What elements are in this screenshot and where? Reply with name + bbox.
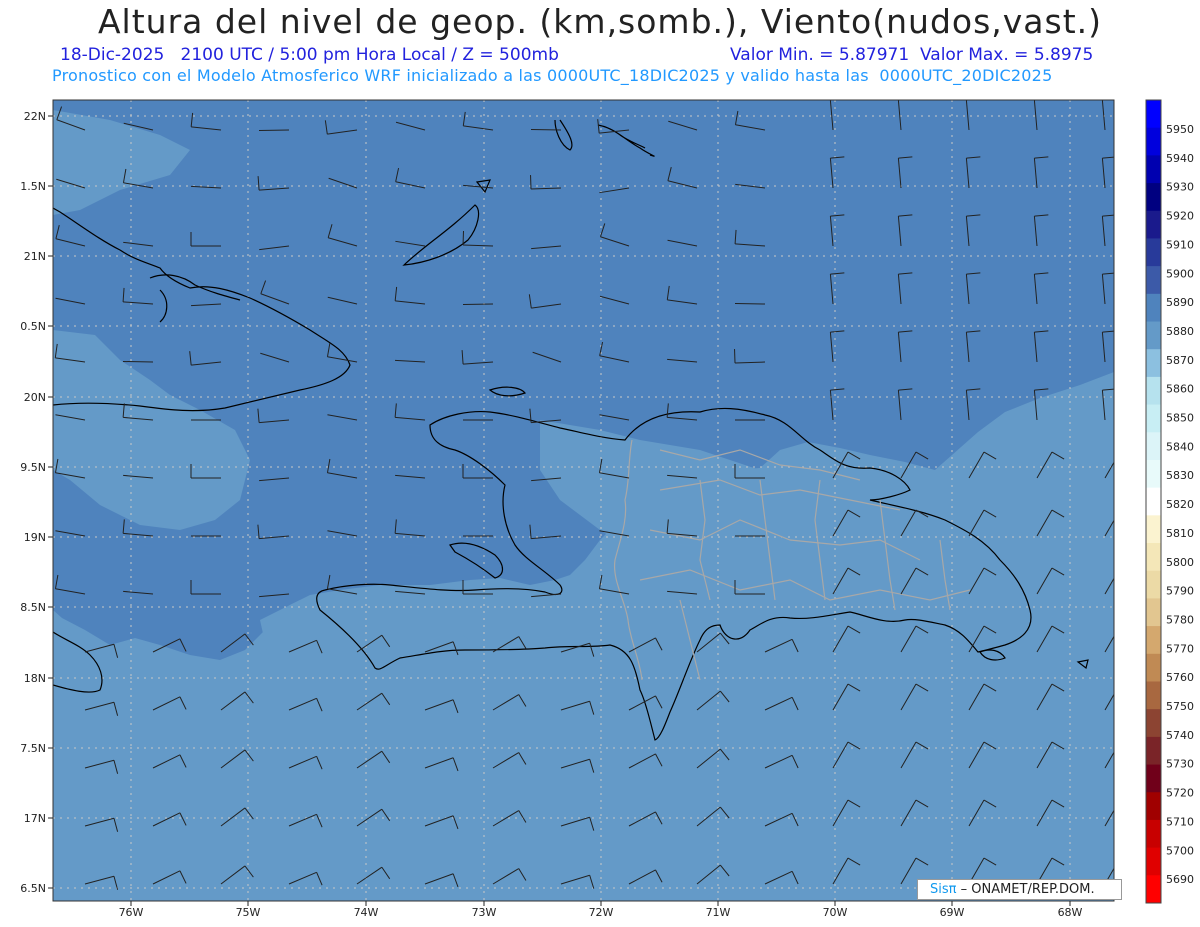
colorbar-swatch: [1146, 736, 1161, 766]
colorbar-label: 5750: [1166, 700, 1194, 713]
colorbar-label: 5860: [1166, 383, 1194, 396]
longitude-label: 73W: [472, 906, 497, 919]
colorbar-label: 5840: [1166, 440, 1194, 453]
latitude-label: 9.5N: [20, 461, 46, 474]
colorbar-swatch: [1146, 598, 1161, 627]
latitude-label: 7.5N: [20, 742, 46, 755]
colorbar-label: 5850: [1166, 412, 1194, 425]
colorbar-swatch: [1146, 681, 1161, 710]
latitude-label: 21N: [24, 250, 46, 263]
longitude-label: 71W: [706, 906, 731, 919]
longitude-label: 72W: [589, 906, 614, 919]
colorbar-swatch: [1146, 626, 1161, 655]
colorbar-swatch: [1146, 792, 1161, 821]
colorbar-label: 5690: [1166, 873, 1194, 886]
colorbar-swatch: [1146, 459, 1161, 489]
sis-logo-text: Sisπ: [930, 882, 957, 897]
wind-barb: [462, 303, 494, 306]
latitude-label: 22N: [24, 110, 46, 123]
colorbar-label: 5790: [1166, 585, 1194, 598]
wind-barb: [530, 128, 562, 131]
colorbar-swatch: [1146, 238, 1161, 267]
latitude-label: 18N: [24, 672, 46, 685]
colorbar-swatch: [1146, 155, 1161, 184]
colorbar: 5950 5940 5930 5920 5910 5900 5890 5880 5870 5860…: [1145, 99, 1194, 904]
colorbar-label: 5880: [1166, 325, 1194, 338]
wind-barb: [122, 360, 154, 363]
colorbar-label: 5910: [1166, 238, 1194, 251]
latitude-label: 0.5N: [20, 320, 46, 333]
longitude-label: 75W: [236, 906, 261, 919]
latitude-label: 20N: [24, 391, 46, 404]
colorbar-swatch: [1146, 100, 1161, 129]
colorbar-label: 5700: [1166, 844, 1194, 857]
colorbar-label: 5780: [1166, 613, 1194, 626]
wind-barb: [258, 129, 290, 132]
colorbar-swatch: [1146, 266, 1161, 295]
longitude-label: 74W: [354, 906, 379, 919]
colorbar-swatch: [1146, 432, 1161, 461]
colorbar-label: 5940: [1166, 152, 1194, 165]
colorbar-label: 5760: [1166, 671, 1194, 684]
colorbar-swatch: [1146, 543, 1161, 572]
colorbar-label: 5720: [1166, 787, 1194, 800]
colorbar-swatch: [1146, 487, 1161, 516]
credit-text: – ONAMET/REP.DOM.: [960, 882, 1095, 897]
colorbar-swatch: [1146, 875, 1161, 904]
colorbar-swatch: [1146, 404, 1161, 433]
colorbar-swatch: [1146, 349, 1161, 378]
credit-box: Sisπ – ONAMET/REP.DOM.: [917, 879, 1122, 900]
colorbar-label: 5710: [1166, 815, 1194, 828]
longitude-labels: 76W 75W 74W 73W 72W 71W 70W 69W 68W: [119, 901, 1083, 919]
colorbar-label: 5870: [1166, 354, 1194, 367]
colorbar-swatch: [1146, 570, 1161, 599]
wind-barb: [734, 302, 766, 305]
colorbar-label: 5890: [1166, 296, 1194, 309]
colorbar-label: 5930: [1166, 181, 1194, 194]
weather-map: 22N 1.5N 21N 0.5N 20N 9.5N 19N 8.5N 18N 7.5N 17N 6.…: [20, 99, 1194, 919]
latitude-labels: 22N 1.5N 21N 0.5N 20N 9.5N 19N 8.5N 18N 7.5N 17N 6.…: [20, 110, 53, 895]
colorbar-label: 5730: [1166, 758, 1194, 771]
colorbar-swatch: [1146, 376, 1161, 406]
colorbar-label: 5810: [1166, 527, 1194, 540]
longitude-label: 70W: [823, 906, 848, 919]
colorbar-label: 5820: [1166, 498, 1194, 511]
colorbar-swatch: [1146, 764, 1161, 793]
longitude-label: 76W: [119, 906, 144, 919]
colorbar-swatch: [1146, 847, 1161, 876]
colorbar-swatch: [1146, 819, 1161, 849]
longitude-label: 69W: [940, 906, 965, 919]
geopotential-field: [53, 100, 1114, 901]
colorbar-swatch: [1146, 127, 1161, 156]
latitude-label: 6.5N: [20, 882, 46, 895]
colorbar-label: 5920: [1166, 210, 1194, 223]
colorbar-swatch: [1146, 293, 1161, 323]
colorbar-swatch: [1146, 321, 1161, 350]
colorbar-label: 5950: [1166, 123, 1194, 136]
colorbar-label: 5800: [1166, 556, 1194, 569]
colorbar-swatch: [1146, 653, 1161, 682]
colorbar-swatch: [1146, 183, 1161, 212]
latitude-label: 1.5N: [20, 180, 46, 193]
colorbar-label: 5740: [1166, 729, 1194, 742]
colorbar-swatch: [1146, 210, 1161, 239]
latitude-label: 17N: [24, 812, 46, 825]
colorbar-swatch: [1146, 515, 1161, 544]
colorbar-label: 5830: [1166, 469, 1194, 482]
colorbar-swatch: [1146, 709, 1161, 738]
longitude-label: 68W: [1058, 906, 1083, 919]
colorbar-label: 5900: [1166, 267, 1194, 280]
latitude-label: 19N: [24, 531, 46, 544]
colorbar-label: 5770: [1166, 642, 1194, 655]
latitude-label: 8.5N: [20, 601, 46, 614]
